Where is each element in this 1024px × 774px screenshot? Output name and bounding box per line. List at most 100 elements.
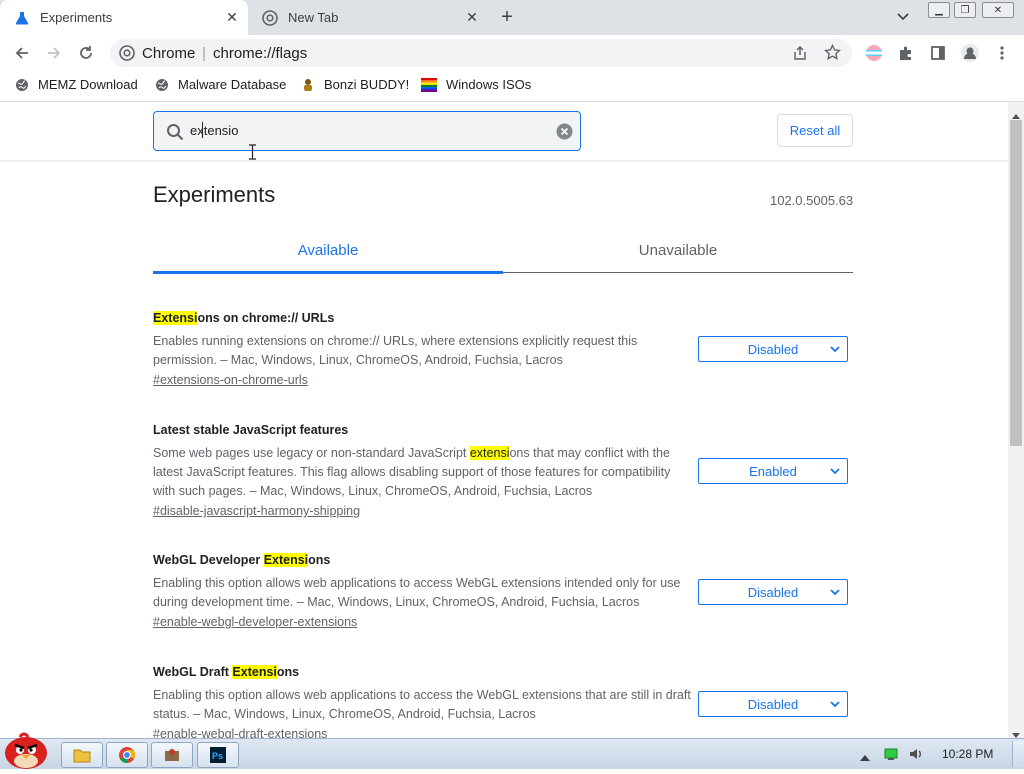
reset-all-button[interactable]: Reset all	[777, 114, 853, 147]
experiment-description: Enabling this option allows web applicat…	[153, 576, 681, 609]
bookmark-windows-isos[interactable]: Windows ISOs	[421, 77, 531, 92]
taskbar-app-button[interactable]	[151, 742, 193, 768]
svg-text:Ps: Ps	[212, 751, 223, 761]
bookmark-malware-database[interactable]: Malware Database	[155, 77, 286, 92]
search-input[interactable]: extensio	[153, 111, 581, 151]
scroll-thumb[interactable]	[1010, 120, 1022, 446]
back-arrow-icon[interactable]	[12, 43, 32, 63]
new-tab-plus-icon[interactable]: +	[496, 7, 518, 27]
taskbar-clock[interactable]: 10:28 PM	[942, 747, 993, 761]
bookmark-label: Malware Database	[178, 77, 287, 92]
page-title: Experiments	[153, 182, 276, 207]
experiment-link[interactable]: #enable-webgl-draft-extensions	[153, 727, 693, 738]
reload-icon[interactable]	[76, 43, 96, 63]
bookmark-memz-download[interactable]: MEMZ Download	[15, 77, 138, 92]
chevron-down-icon	[830, 701, 840, 708]
select-value: Disabled	[747, 584, 799, 600]
close-window-button[interactable]: ✕	[982, 2, 1014, 18]
select-value: Enabled	[749, 463, 797, 479]
experiment-link[interactable]: #disable-javascript-harmony-shipping	[153, 504, 693, 518]
bookmarks-bar: MEMZ Download Malware Database Bonzi BUD…	[0, 70, 1024, 102]
chevron-down-icon	[830, 468, 840, 475]
volume-icon[interactable]	[908, 746, 924, 767]
tray-up-arrow-icon[interactable]	[860, 748, 870, 766]
experiment-description: Some web pages use legacy or non-standar…	[153, 444, 693, 501]
experiment-item: WebGL Draft Extensions Enabling this opt…	[153, 665, 693, 738]
experiment-item: Extensions on chrome:// URLs Enables run…	[153, 311, 693, 387]
title-text: ons	[308, 553, 331, 567]
desc-text: Some web pages use legacy or non-standar…	[153, 446, 470, 460]
taskbar-explorer-button[interactable]	[61, 742, 103, 768]
bookmark-bonzi-buddy[interactable]: Bonzi BUDDY!	[301, 77, 409, 92]
close-icon[interactable]: ✕	[224, 9, 240, 25]
title-highlight: Extensi	[153, 311, 198, 325]
title-text: ons on chrome:// URLs	[197, 311, 335, 325]
url-text: chrome://flags	[213, 45, 308, 62]
experiment-state-select[interactable]: Enabled	[698, 458, 848, 484]
extension-flag-icon[interactable]	[864, 43, 884, 63]
experiment-state-select[interactable]: Disabled	[698, 336, 848, 362]
site-label: Chrome	[142, 45, 196, 62]
close-icon[interactable]: ✕	[464, 9, 480, 25]
title-highlight: Extensi	[232, 665, 277, 679]
tab-experiments[interactable]: Experiments ✕	[0, 0, 248, 35]
tab-title: New Tab	[288, 10, 339, 25]
title-highlight: Extensi	[263, 553, 309, 567]
flags-page: extensio Reset all Experiments 102.0.500…	[0, 102, 1008, 738]
experiment-item: Latest stable JavaScript features Some w…	[153, 423, 693, 518]
side-panel-icon[interactable]	[928, 43, 948, 63]
globe-icon	[16, 78, 28, 91]
bonzi-icon	[304, 78, 312, 91]
flask-icon	[14, 10, 30, 26]
show-desktop-button[interactable]	[1012, 741, 1024, 767]
experiment-item: WebGL Developer Extensions Enabling this…	[153, 553, 693, 629]
tab-new-tab[interactable]: New Tab ✕	[248, 0, 488, 35]
star-icon[interactable]	[824, 43, 841, 66]
experiment-title: WebGL Developer Extensions	[153, 553, 693, 567]
experiment-link[interactable]: #enable-webgl-developer-extensions	[153, 615, 693, 629]
address-bar[interactable]: Chrome | chrome://flags	[110, 39, 852, 67]
experiment-description: Enabling this option allows web applicat…	[153, 688, 691, 721]
start-button-angry-bird-icon[interactable]	[2, 731, 50, 769]
toolbar: Chrome | chrome://flags	[0, 35, 1024, 70]
chevron-down-icon	[830, 346, 840, 353]
bookmark-label: Windows ISOs	[446, 77, 532, 92]
title-text: WebGL Draft	[153, 665, 233, 679]
taskbar-chrome-button[interactable]	[106, 742, 148, 768]
url-separator: |	[202, 45, 206, 62]
taskbar-photoshop-button[interactable]: Ps	[197, 742, 239, 768]
desc-highlight: extensi	[469, 446, 510, 460]
globe-icon	[156, 78, 168, 91]
forward-arrow-icon[interactable]	[44, 43, 64, 63]
version-label: 102.0.5005.63	[770, 193, 854, 208]
bookmark-label: MEMZ Download	[38, 77, 138, 92]
restore-button[interactable]: ❐	[954, 2, 976, 18]
puzzle-icon[interactable]	[896, 43, 916, 63]
folder-icon	[73, 749, 91, 763]
experiment-state-select[interactable]: Disabled	[698, 691, 848, 717]
profile-avatar-icon[interactable]	[960, 43, 980, 63]
share-icon[interactable]	[792, 45, 808, 66]
app-icon	[165, 749, 179, 761]
experiment-state-select[interactable]: Disabled	[698, 579, 848, 605]
title-text: ons	[276, 665, 300, 679]
title-text: WebGL Developer	[153, 553, 264, 567]
rainbow-flag-icon	[421, 77, 437, 92]
tab-strip: Experiments ✕ New Tab ✕ + ▁ ❐ ✕	[0, 0, 1024, 35]
bookmark-label: Bonzi BUDDY!	[324, 77, 410, 92]
select-value: Disabled	[747, 341, 799, 357]
tab-unavailable[interactable]: Unavailable	[503, 242, 853, 259]
experiment-link[interactable]: #extensions-on-chrome-urls	[153, 373, 693, 387]
network-icon[interactable]	[883, 747, 899, 766]
more-vertical-icon[interactable]	[992, 43, 1012, 63]
chevron-down-icon	[830, 589, 840, 596]
search-icon	[166, 123, 184, 146]
minimize-button[interactable]: ▁	[928, 2, 950, 18]
tab-title: Experiments	[40, 10, 113, 25]
chevron-down-icon[interactable]	[896, 9, 914, 25]
tab-available[interactable]: Available	[153, 242, 503, 259]
chrome-icon	[119, 45, 135, 66]
select-value: Disabled	[747, 696, 799, 712]
experiment-title: Latest stable JavaScript features	[153, 423, 349, 437]
clear-search-icon[interactable]	[556, 123, 573, 145]
